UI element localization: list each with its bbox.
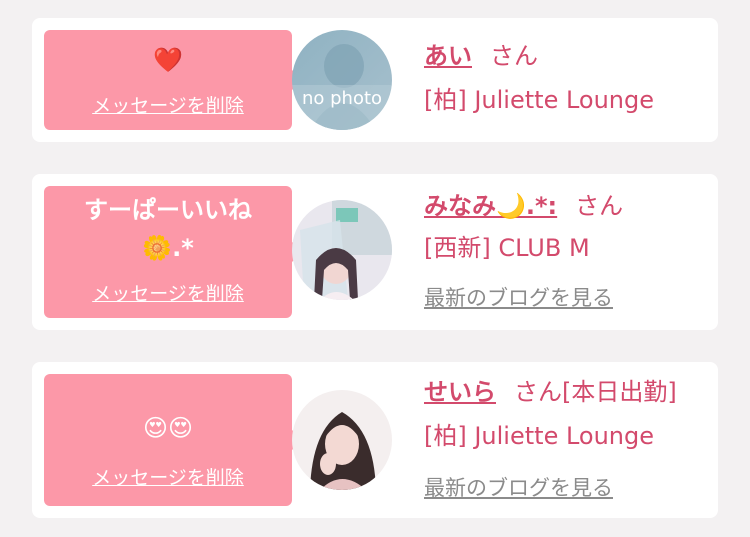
message-bubble: すーぱーいいね 🌼.* メッセージを削除 [44,186,302,318]
favorites-list: ❤️ メッセージを削除 no photo あい さん [柏] Juliette … [0,0,750,537]
shop-name: [西新] CLUB M [424,234,590,262]
name-line: せいら さん[本日出勤] [424,376,677,408]
avatar[interactable] [292,200,392,300]
message-text-line1: すーぱーいいね [84,196,252,224]
delete-message-link[interactable]: メッセージを削除 [44,466,292,490]
name-line: あい さん [424,40,538,72]
no-photo-label: no photo [301,88,383,109]
girl-name-link[interactable]: せいら [424,378,496,406]
profile-photo [292,200,392,300]
latest-blog-link[interactable]: 最新のブログを見る [424,284,613,312]
favorite-card: すーぱーいいね 🌼.* メッセージを削除 みなみ🌙.*: さん [西新] CLUB… [32,174,718,330]
message-text-line2: 🌼.* [142,234,194,262]
favorite-card: ❤️ メッセージを削除 no photo あい さん [柏] Juliette … [32,18,718,142]
name-suffix: さん[本日出勤] [514,378,677,406]
girl-name-link[interactable]: みなみ🌙.*: [424,192,557,220]
girl-name-link[interactable]: あい [424,42,472,70]
name-suffix: さん [490,42,538,70]
no-photo-icon [292,30,392,130]
name-suffix: さん [575,192,624,220]
message-text: 😍😍 [142,414,194,442]
favorite-card: 😍😍 メッセージを削除 せいら さん[本日出勤] [柏] Juliette Lou… [32,362,718,518]
delete-message-link[interactable]: メッセージを削除 [44,282,292,306]
avatar[interactable] [292,390,392,490]
profile-photo [292,390,392,490]
shop-name: [柏] Juliette Lounge [424,422,655,450]
delete-message-link[interactable]: メッセージを削除 [44,94,292,118]
message-text: ❤️ [153,46,183,74]
avatar[interactable]: no photo [292,30,392,130]
latest-blog-link[interactable]: 最新のブログを見る [424,474,613,502]
message-bubble: 😍😍 メッセージを削除 [44,374,302,506]
message-bubble: ❤️ メッセージを削除 [44,30,302,130]
shop-name: [柏] Juliette Lounge [424,86,655,114]
name-line: みなみ🌙.*: さん [424,190,623,222]
